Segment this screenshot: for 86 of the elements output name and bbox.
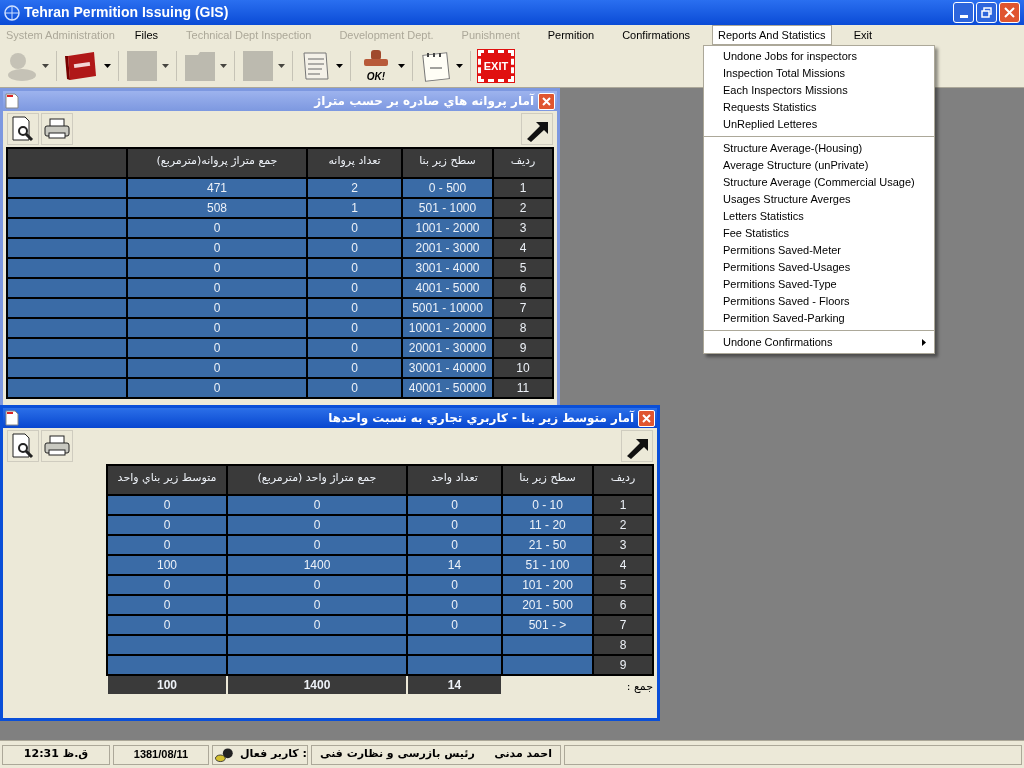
blank-icon — [242, 50, 274, 82]
document-icon — [5, 410, 19, 426]
close-icon — [542, 96, 551, 106]
menu-item[interactable]: Exit — [847, 24, 878, 46]
dropdown-menu-item[interactable]: Undone Jobs for inspectors — [704, 48, 934, 65]
dropdown-menu-item[interactable]: Permitions Saved-Usages — [704, 259, 934, 276]
status-time: 12:31 ق.ظ — [2, 744, 110, 765]
dropdown-arrow-icon — [456, 64, 463, 68]
total-cell: 100 — [107, 675, 227, 695]
table-cell: 0 — [107, 575, 227, 595]
table-cell: 0 — [107, 535, 227, 555]
close-icon — [1004, 7, 1015, 18]
folder-icon — [184, 50, 216, 82]
totals-label: جمع : — [626, 679, 653, 693]
menu-item[interactable]: Files — [128, 24, 165, 46]
active-user-label: : کاربر فعال — [240, 746, 307, 763]
toolbar-button[interactable]: OK! — [356, 47, 407, 85]
dropdown-menu-item[interactable]: Permitions Saved-Meter — [704, 242, 934, 259]
minimize-icon — [959, 15, 968, 18]
dropdown-menu-item[interactable]: Average Structure (unPrivate) — [704, 157, 934, 174]
restore-icon — [981, 7, 992, 18]
dropdown-menu-item[interactable]: Structure Average (Commercial Usage) — [704, 174, 934, 191]
print-preview-icon — [11, 433, 35, 459]
dropdown-menu-item[interactable]: Structure Average-(Housing) — [704, 140, 934, 157]
dropdown-arrow-icon — [278, 64, 285, 68]
dropdown-menu-item[interactable]: Permition Saved-Parking — [704, 310, 934, 327]
table-cell: 0 — [107, 595, 227, 615]
status-date: 1381/08/11 — [113, 744, 209, 765]
notepad-icon — [420, 50, 452, 82]
dropdown-menu-item[interactable]: Requests Statistics — [704, 99, 934, 116]
document-icon — [300, 50, 332, 82]
column-header: تعداد واحد — [407, 465, 502, 495]
globe-icon — [4, 4, 20, 21]
dropdown-arrow-icon — [42, 64, 49, 68]
column-header: جمع متراژ واحد (مترمربع) — [227, 465, 407, 495]
window-title: Tehran Permition Issuing (GIS) — [24, 3, 229, 22]
close-button[interactable] — [538, 92, 555, 110]
dropdown-menu-item[interactable]: Permitions Saved - Floors — [704, 293, 934, 310]
column-header: سطح زير بنا — [402, 148, 493, 178]
dropdown-menu-item[interactable]: Each Inspectors Missions — [704, 82, 934, 99]
print-preview-button[interactable] — [7, 430, 39, 462]
dropdown-menu-item[interactable]: Fee Statistics — [704, 225, 934, 242]
export-button[interactable] — [521, 113, 553, 145]
table-cell: 0 — [107, 615, 227, 635]
dropdown-menu-item[interactable]: Usages Structure Averges — [704, 191, 934, 208]
user-role: رئيس بازرسی و نظارت فنی — [320, 746, 475, 763]
dropdown-arrow-icon — [162, 64, 169, 68]
user-name: احمد مدنی — [494, 746, 552, 763]
dropdown-arrow-icon — [104, 64, 111, 68]
dropdown-arrow-icon — [336, 64, 343, 68]
dropdown-menu-item[interactable]: Permitions Saved-Type — [704, 276, 934, 293]
printer-icon — [44, 435, 70, 457]
dropdown-arrow-icon — [398, 64, 405, 68]
dropdown-menu-item[interactable]: Inspection Total Missions — [704, 65, 934, 82]
column-header: سطح زير بنا — [502, 465, 593, 495]
print-button[interactable] — [41, 113, 73, 145]
printer-icon — [44, 118, 70, 140]
blank-icon — [126, 50, 158, 82]
column-header: متوسط زير بناي واحد — [107, 465, 227, 495]
print-button[interactable] — [41, 430, 73, 462]
column-header: رديف — [493, 148, 553, 178]
dropdown-menu-item[interactable]: UnReplied Letteres — [704, 116, 934, 133]
export-button[interactable] — [621, 430, 653, 462]
menu-item[interactable]: Confirmations — [616, 24, 696, 46]
document-icon — [5, 93, 19, 109]
column-header: جمع متراژ پروانه(مترمربع) — [127, 148, 307, 178]
close-icon — [642, 413, 651, 423]
dropdown-menu-item[interactable]: Undone Confirmations — [704, 334, 934, 351]
user-icon — [213, 745, 236, 764]
column-header: تعداد پروانه — [307, 148, 402, 178]
table-cell: 0 — [107, 515, 227, 535]
menu-item[interactable]: Permition — [541, 24, 601, 46]
dropdown-arrow-icon — [220, 64, 227, 68]
print-preview-button[interactable] — [7, 113, 39, 145]
window-title: آمار متوسط زير بنا - کاربري تجاري به نسبت واحدها — [328, 409, 634, 427]
table-cell: 0 — [107, 495, 227, 515]
print-preview-icon — [11, 116, 35, 142]
restore-button[interactable] — [976, 2, 997, 23]
menu-item[interactable]: Reports And Statistics — [712, 24, 832, 46]
close-button[interactable] — [999, 2, 1020, 23]
column-header: رديف — [593, 465, 653, 495]
close-button[interactable] — [638, 409, 655, 427]
window-title: آمار پروانه هاي صادره بر حسب متراژ — [314, 92, 534, 110]
table-cell: 100 — [107, 555, 227, 575]
dropdown-menu-item[interactable]: Letters Statistics — [704, 208, 934, 225]
minimize-button[interactable] — [953, 2, 974, 23]
